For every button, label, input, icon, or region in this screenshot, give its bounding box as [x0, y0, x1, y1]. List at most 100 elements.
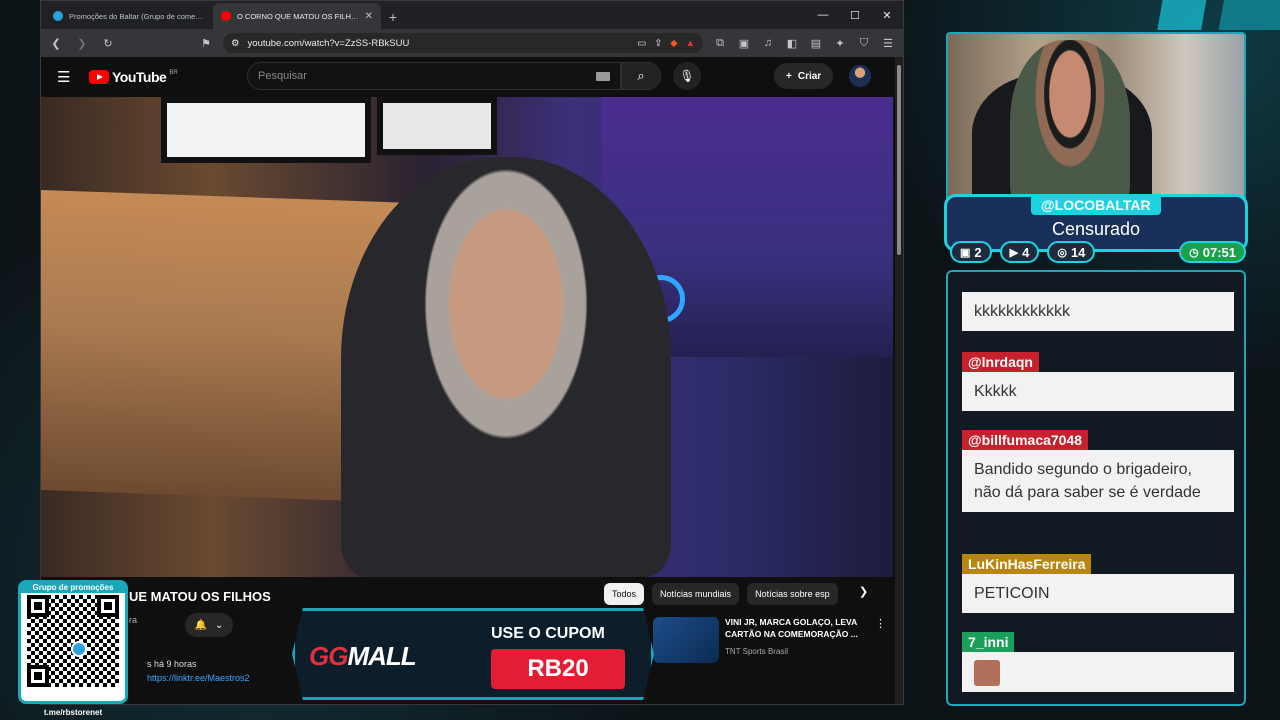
music-icon[interactable]: ♫	[759, 34, 777, 52]
maximize-button[interactable]: ☐	[839, 1, 871, 29]
chat-username: 7_inni	[962, 632, 1015, 652]
qr-promo-overlay: Grupo de promoções t.me/rbstorenet	[18, 580, 128, 717]
youtube-logo[interactable]: YouTube BR	[89, 69, 178, 85]
chat-message: LuKinHasFerreira PETICOIN	[962, 554, 1234, 614]
qr-url: t.me/rbstorenet	[43, 708, 103, 717]
minimize-button[interactable]: —	[807, 1, 839, 29]
vpn-icon[interactable]: ⛉	[855, 34, 873, 52]
extension-icon[interactable]: ⧉	[711, 34, 729, 52]
rewards-icon[interactable]: ▲	[686, 38, 695, 49]
video-scene-frame	[161, 97, 371, 163]
channel-name[interactable]: ra	[129, 615, 137, 625]
create-button[interactable]: + Criar	[774, 63, 834, 89]
description-link[interactable]: https://linktr.ee/Maestros2	[147, 673, 250, 683]
chat-username: LuKinHasFerreira	[962, 554, 1092, 574]
recommended-video[interactable]: VINI JR, MARCA GOLAÇO, LEVA CARTÃO NA CO…	[653, 617, 886, 663]
upload-time: s há 9 horas	[147, 659, 197, 669]
chat-text: PETICOIN	[962, 574, 1234, 614]
chip-all[interactable]: Todos	[604, 583, 645, 605]
promo-banner: GGMALL USE O CUPOM RB20	[292, 608, 654, 700]
wallet-icon[interactable]: ▤	[807, 34, 825, 52]
chat-username: @billfumaca7048	[962, 430, 1089, 450]
url-text: youtube.com/watch?v=ZzSS-RBkSUU	[247, 37, 410, 49]
create-label: Criar	[797, 70, 822, 82]
hamburger-icon[interactable]: ☰	[57, 68, 73, 86]
twitch-count: 2	[974, 244, 982, 260]
twitch-viewers: ▣ 2	[950, 241, 992, 263]
webcam-feed	[946, 32, 1246, 208]
tab-promocoes[interactable]: Promoções do Baltar (Grupo de comentário…	[45, 3, 213, 29]
chat-text: Bandido segundo o brigadeiro, não dá par…	[962, 450, 1234, 513]
menu-icon[interactable]: ☰	[879, 34, 897, 52]
chevron-right-icon[interactable]: ❯	[859, 585, 868, 598]
avatar[interactable]	[849, 65, 871, 87]
search-placeholder: Pesquisar	[258, 70, 307, 82]
qr-finder	[97, 595, 119, 617]
video-thumbnail	[653, 617, 719, 663]
scrollbar-thumb[interactable]	[897, 65, 901, 255]
promo-brand-b: MALL	[347, 641, 416, 671]
close-window-button[interactable]: ✕	[871, 1, 903, 29]
chip-world-news[interactable]: Notícias mundiais	[652, 583, 740, 605]
chat-message: 7_inni	[962, 632, 1234, 692]
video-player[interactable]	[41, 97, 893, 577]
youtube-play-icon	[89, 70, 109, 84]
tab-bar: Promoções do Baltar (Grupo de comentário…	[41, 1, 903, 29]
browser-toolbar: ❮ ❯ ↻ ⚑ ⚙ youtube.com/watch?v=ZzSS-RBkSU…	[41, 29, 903, 57]
extensions: ⧉ ▣ ♫ ◧ ▤ ✦ ⛉ ☰	[711, 34, 897, 52]
share-icon[interactable]: ⇪	[654, 38, 662, 49]
twitch-icon: ▣	[960, 246, 971, 259]
recommendation-chips: Todos Notícias mundiais Notícias sobre e…	[604, 583, 838, 605]
bell-icon: 🔔	[194, 619, 208, 631]
browser-window: Promoções do Baltar (Grupo de comentário…	[40, 0, 904, 705]
youtube-viewers: ▶ 4	[999, 241, 1040, 263]
qr-finder	[27, 595, 49, 617]
chat-text: kkkkkkkkkkkk	[962, 292, 1234, 332]
timer-value: 07:51	[1202, 244, 1236, 260]
youtube-header: ☰ YouTube BR Pesquisar ⌕ 🎙 + Criar	[41, 57, 895, 97]
close-tab-icon[interactable]: ✕	[365, 11, 373, 22]
telegram-icon	[71, 641, 87, 657]
qr-finder	[27, 665, 49, 687]
brave-shield-icon[interactable]: ◆	[670, 38, 677, 49]
promo-code: RB20	[491, 649, 625, 689]
more-options-icon[interactable]: ⋮	[875, 617, 886, 630]
search-button[interactable]: ⌕	[621, 62, 661, 90]
reload-icon[interactable]: ↻	[99, 34, 117, 52]
forward-icon[interactable]: ❯	[73, 34, 91, 52]
recommended-channel: TNT Sports Brasil	[725, 647, 788, 656]
video-scene-presenter	[341, 157, 671, 577]
video-scene-frame	[377, 97, 497, 155]
chat-text: Kkkkk	[962, 372, 1234, 412]
chat-message: @billfumaca7048 Bandido segundo o brigad…	[962, 430, 1234, 513]
bookmark-icon[interactable]: ⚑	[197, 34, 215, 52]
stream-timer: ◷ 07:51	[1179, 241, 1246, 263]
new-tab-button[interactable]: +	[381, 5, 405, 29]
qr-title: Grupo de promoções	[21, 582, 125, 593]
tab-title: Promoções do Baltar (Grupo de comentário…	[69, 11, 205, 21]
search-input[interactable]: Pesquisar	[247, 62, 621, 90]
chip-sports-news[interactable]: Notícias sobre esp	[747, 583, 838, 605]
stream-status: Censurado	[1051, 219, 1141, 239]
address-bar[interactable]: ⚙ youtube.com/watch?v=ZzSS-RBkSUU ▭ ⇪ ◆ …	[223, 33, 703, 53]
sidebar-icon[interactable]: ◧	[783, 34, 801, 52]
keyboard-icon[interactable]	[596, 71, 610, 81]
chevron-down-icon: ⌄	[215, 619, 224, 631]
recommended-title: VINI JR, MARCA GOLAÇO, LEVA CARTÃO NA CO…	[725, 617, 858, 639]
notification-bell-button[interactable]: 🔔 ⌄	[185, 613, 233, 637]
promo-logo: GGMALL	[309, 641, 417, 672]
voice-search-button[interactable]: 🎙	[673, 62, 701, 90]
window-controls: — ☐ ✕	[807, 1, 903, 29]
cast-icon[interactable]: ▭	[637, 38, 646, 49]
leo-icon[interactable]: ✦	[831, 34, 849, 52]
back-icon[interactable]: ❮	[47, 34, 65, 52]
scrollbar[interactable]	[895, 57, 903, 704]
qr-code	[27, 595, 119, 687]
screenshot-icon[interactable]: ▣	[735, 34, 753, 52]
viewer-stats: ▣ 2 ▶ 4 ◎ 14 ◷ 07:51	[950, 241, 1246, 263]
site-settings-icon[interactable]: ⚙	[231, 38, 240, 49]
country-code: BR	[169, 70, 178, 76]
tab-youtube[interactable]: O CORNO QUE MATOU OS FILHOS - YouTube ✕	[213, 3, 381, 29]
chat-message: kkkkkkkkkkkk	[962, 292, 1234, 332]
search-icon: ⌕	[637, 68, 645, 83]
